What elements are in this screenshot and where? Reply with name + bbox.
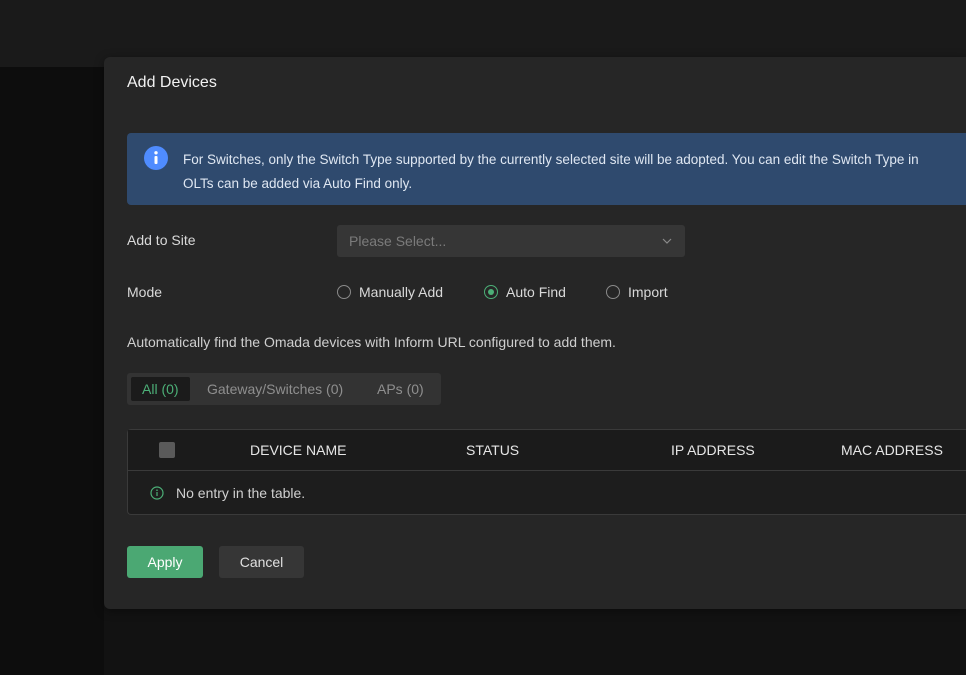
background-sidebar [0,67,104,675]
radio-import[interactable]: Import [606,284,668,300]
site-select-placeholder: Please Select... [349,233,447,249]
site-select[interactable]: Please Select... [337,225,685,257]
radio-label: Auto Find [506,284,566,300]
banner-text: For Switches, only the Switch Type suppo… [183,148,966,196]
radio-auto-find[interactable]: Auto Find [484,284,566,300]
info-banner: For Switches, only the Switch Type suppo… [127,133,966,205]
empty-table-text: No entry in the table. [176,485,306,501]
devices-table: DEVICE NAME STATUS IP ADDRESS MAC ADDRES… [127,429,966,515]
radio-button-icon [606,285,620,299]
column-status[interactable]: STATUS [466,442,519,458]
tab-all[interactable]: All (0) [131,377,190,401]
tab-gateway-switches[interactable]: Gateway/Switches (0) [196,377,354,401]
chevron-down-icon [662,238,672,244]
banner-line-1: For Switches, only the Switch Type suppo… [183,152,919,167]
tab-aps[interactable]: APs (0) [366,377,435,401]
info-icon [144,146,168,170]
column-device-name[interactable]: DEVICE NAME [250,442,346,458]
empty-table-row: No entry in the table. [150,485,305,501]
select-all-checkbox[interactable] [159,442,175,458]
column-ip-address[interactable]: IP ADDRESS [671,442,755,458]
radio-manually-add[interactable]: Manually Add [337,284,443,300]
radio-button-icon [337,285,351,299]
radio-button-checked-icon [484,285,498,299]
radio-label: Manually Add [359,284,444,300]
add-devices-modal: Add Devices For Switches, only the Switc… [104,57,966,609]
cancel-button[interactable]: Cancel [219,546,304,578]
device-type-tabs: All (0) Gateway/Switches (0) APs (0) [127,373,441,405]
modal-title: Add Devices [127,74,217,91]
info-circle-icon [150,486,164,500]
mode-label: Mode [127,284,163,300]
table-header: DEVICE NAME STATUS IP ADDRESS MAC ADDRES… [128,430,966,471]
banner-line-2: OLTs can be added via Auto Find only. [183,176,413,191]
mode-description: Automatically find the Omada devices wit… [127,334,616,350]
column-mac-address[interactable]: MAC ADDRESS [841,442,943,458]
apply-button[interactable]: Apply [127,546,203,578]
site-label: Add to Site [127,232,196,248]
radio-label: Import [628,284,668,300]
